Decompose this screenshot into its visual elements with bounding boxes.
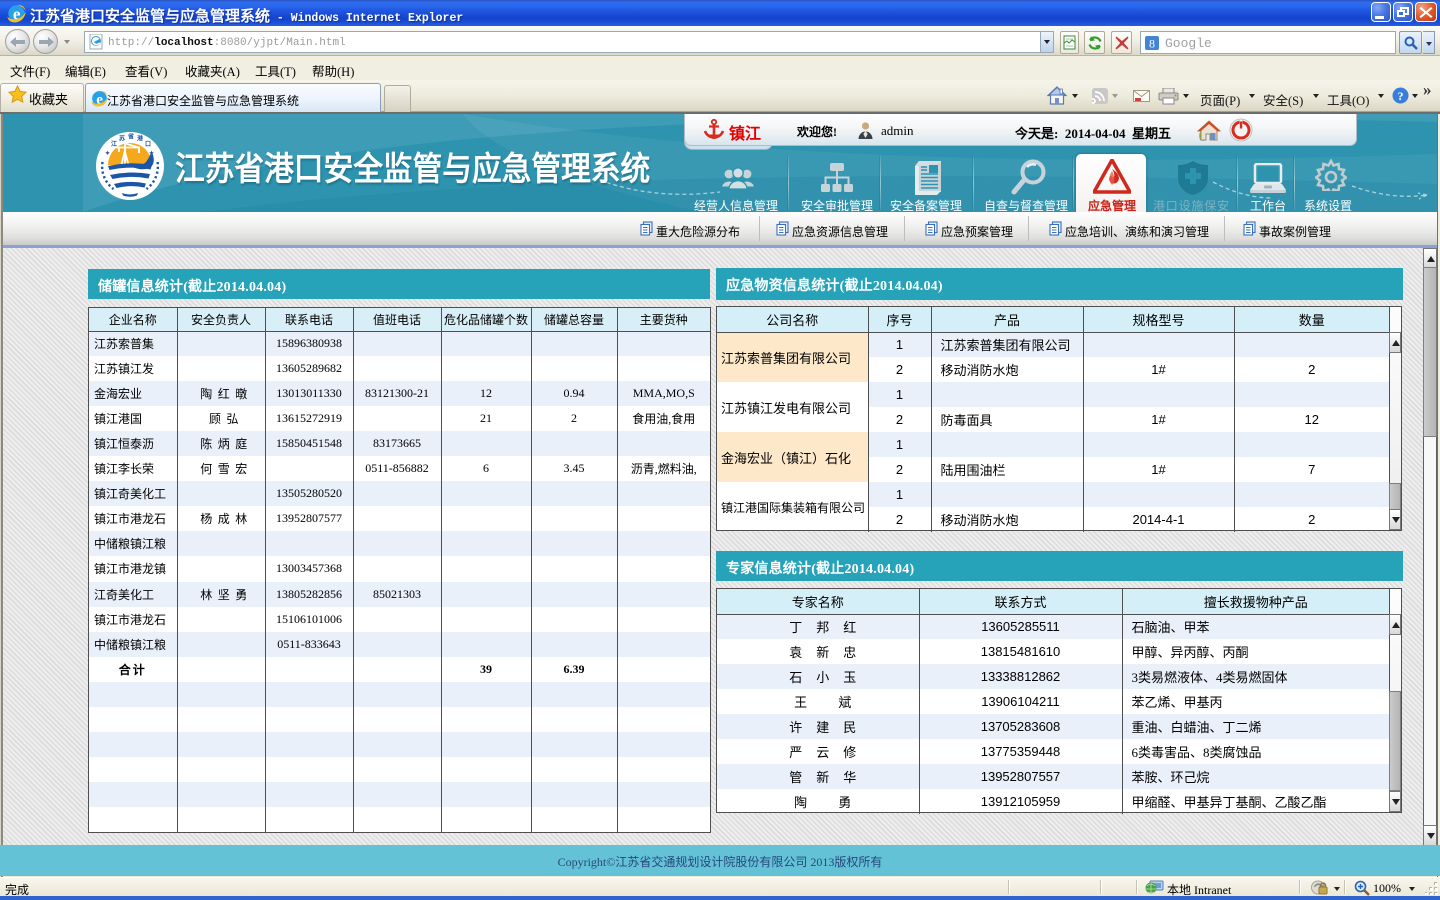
svg-text:苏: 苏 (119, 135, 125, 143)
svg-text:✦: ✦ (105, 150, 110, 157)
svg-text:✦: ✦ (149, 150, 154, 157)
svg-text:江: 江 (111, 140, 117, 148)
svg-text:8: 8 (1149, 37, 1155, 51)
svg-text:港: 港 (137, 135, 144, 143)
svg-text:?: ? (1398, 89, 1404, 103)
svg-text:口: 口 (145, 141, 151, 148)
svg-text:省: 省 (127, 133, 134, 141)
